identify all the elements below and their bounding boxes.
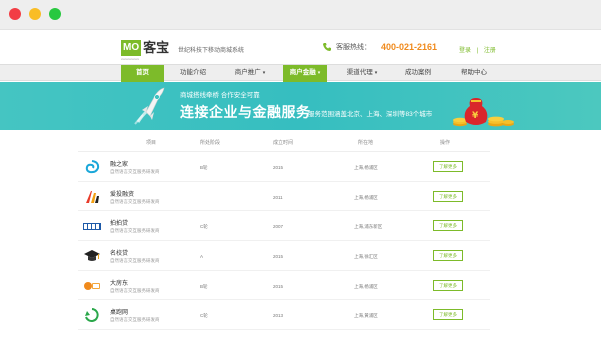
- company-location: 上海,杨浦区: [354, 194, 378, 200]
- money-bag-icon: ¥: [453, 98, 514, 127]
- company-stage: C轮: [200, 224, 208, 230]
- nav-item-features[interactable]: 功能介绍: [169, 65, 217, 82]
- nav-item-merchant-finance[interactable]: 商户金融 ▾: [283, 65, 327, 82]
- main-nav: 首页 功能介绍 商户推广 ▾ 商户金融 ▾ 渠道代理 ▾ 成功案例 帮助中心: [0, 64, 601, 82]
- banner-title: 连接企业与金融服务: [180, 104, 311, 120]
- finance-banner: 商城搭线牵桥 合作安全可靠 连接企业与金融服务 服务范围涵盖北京、上海、深圳等8…: [0, 82, 601, 130]
- company-location: 上海,杨浦区: [354, 283, 378, 289]
- company-founded: 2007: [273, 224, 284, 230]
- column-header-founded: 成立时间: [273, 140, 294, 146]
- chevron-down-icon: ▾: [374, 70, 378, 76]
- nav-item-label: 成功案例: [405, 69, 431, 76]
- phone-icon: [323, 43, 331, 51]
- nav-item-cases[interactable]: 成功案例: [394, 65, 442, 82]
- company-name: 名校贷: [110, 251, 129, 258]
- window-titlebar: [0, 0, 601, 30]
- company-logo-icon: [83, 223, 101, 231]
- nav-item-help[interactable]: 帮助中心: [450, 65, 498, 82]
- learn-more-button[interactable]: 了解更多: [433, 190, 463, 202]
- company-stage: A: [200, 254, 204, 260]
- logo-subtext: xxxxxxxxxxxx: [121, 57, 139, 61]
- hotline-label: 客服热线：: [336, 44, 371, 51]
- company-description: 自然语言交互服务研发商: [110, 198, 160, 204]
- company-logo-icon: [84, 281, 100, 290]
- learn-more-button[interactable]: 了解更多: [433, 309, 463, 321]
- close-window-button[interactable]: [9, 8, 21, 20]
- company-location: 上海,杨浦区: [354, 165, 378, 170]
- auth-separator: |: [476, 48, 479, 54]
- company-name: 拍拍贷: [110, 221, 129, 228]
- company-description: 自然语言交互服务研发商: [110, 228, 160, 234]
- table-row: 桌跑网 自然语言交互服务研发商 C轮 2013 上海,黄浦区 了解更多: [78, 300, 490, 331]
- logo-name: 客宝: [143, 40, 170, 55]
- company-name: 爱投融资: [110, 191, 135, 198]
- company-founded: 2015: [273, 254, 284, 260]
- company-description: 自然语言交互服务研发商: [110, 317, 160, 323]
- column-header-location: 所在地: [358, 140, 374, 146]
- company-stage: B轮: [200, 165, 208, 170]
- company-founded: 2013: [273, 313, 284, 319]
- company-logo-icon: [85, 308, 99, 323]
- minimize-window-button[interactable]: [29, 8, 41, 20]
- table-row: 融之家 自然语言交互服务研发商 B轮 2015 上海,杨浦区 了解更多: [78, 152, 490, 182]
- logo-mark: MO: [121, 40, 142, 56]
- maximize-window-button[interactable]: [49, 8, 61, 20]
- table-row: 大房东 自然语言交互服务研发商 B轮 2015 上海,杨浦区 了解更多: [78, 271, 490, 301]
- column-header-project: 项目: [146, 140, 157, 146]
- nav-item-label: 商户推广: [234, 69, 261, 76]
- learn-more-button[interactable]: 了解更多: [433, 279, 463, 291]
- learn-more-button[interactable]: 了解更多: [433, 161, 463, 172]
- svg-text:¥: ¥: [472, 111, 479, 121]
- nav-item-label: 帮助中心: [461, 69, 487, 76]
- company-description: 自然语言交互服务研发商: [110, 169, 160, 174]
- nav-item-label: 商户金融: [289, 69, 316, 76]
- company-name: 桌跑网: [110, 310, 129, 317]
- table-row: 拍拍贷 自然语言交互服务研发商 C轮 2007 上海,浦东新区 了解更多: [78, 211, 490, 242]
- graduation-cap-icon: [84, 250, 100, 262]
- hotline: 客服热线： 400-021-2161: [322, 42, 437, 52]
- chevron-down-icon: ▾: [262, 70, 266, 76]
- finance-projects-table: 项目 所处阶段 成立时间 所在地 操作 融之家 自然语言交互服务研发商 B轮 2…: [78, 134, 490, 331]
- nav-item-home[interactable]: 首页: [121, 65, 164, 82]
- table-row: 爱投融资 自然语言交互服务研发商 2011 上海,杨浦区 了解更多: [78, 182, 490, 212]
- nav-item-label: 功能介绍: [180, 69, 206, 76]
- nav-item-label: 渠道代理: [346, 69, 373, 76]
- company-logo-icon: [86, 190, 99, 203]
- company-logo-icon: [85, 160, 100, 174]
- site-logo[interactable]: MO 客宝: [121, 39, 169, 57]
- company-name: 融之家: [110, 162, 129, 168]
- company-description: 自然语言交互服务研发商: [110, 258, 160, 264]
- login-link[interactable]: 登录: [459, 48, 471, 54]
- auth-links: 登录 | 注册: [459, 45, 500, 54]
- learn-more-button[interactable]: 了解更多: [433, 220, 463, 232]
- banner-subtitle: 服务范围涵盖北京、上海、深圳等83个城市: [308, 111, 433, 118]
- column-header-stage: 所处阶段: [200, 140, 221, 146]
- nav-item-channel-agent[interactable]: 渠道代理 ▾: [336, 65, 388, 82]
- table-header: 项目 所处阶段 成立时间 所在地 操作: [78, 134, 490, 152]
- rocket-icon: [134, 87, 165, 125]
- company-founded: 2015: [273, 165, 284, 170]
- nav-item-label: 首页: [136, 69, 149, 76]
- site-header: MO 客宝 xxxxxxxxxxxx 世纪科技下移动商城系统 客服热线： 400…: [0, 30, 601, 64]
- company-stage: C轮: [200, 313, 208, 319]
- company-name: 大房东: [110, 280, 129, 287]
- company-founded: 2011: [273, 194, 283, 200]
- company-location: 上海,徐汇区: [354, 254, 378, 260]
- banner-tagline: 商城搭线牵桥 合作安全可靠: [180, 92, 260, 99]
- company-description: 自然语言交互服务研发商: [110, 287, 160, 293]
- learn-more-button[interactable]: 了解更多: [433, 250, 463, 262]
- chevron-down-icon: ▾: [317, 70, 321, 76]
- table-row: 名校贷 自然语言交互服务研发商 A 2015 上海,徐汇区 了解更多: [78, 241, 490, 271]
- company-stage: B轮: [200, 283, 208, 289]
- hotline-number: 400-021-2161: [381, 42, 438, 52]
- browser-window: MO 客宝 xxxxxxxxxxxx 世纪科技下移动商城系统 客服热线： 400…: [0, 0, 601, 346]
- register-link[interactable]: 注册: [484, 48, 496, 54]
- company-founded: 2015: [273, 283, 284, 289]
- column-header-action: 操作: [440, 140, 451, 146]
- nav-item-merchant-promo[interactable]: 商户推广 ▾: [224, 65, 276, 82]
- company-location: 上海,黄浦区: [354, 313, 378, 319]
- company-location: 上海,浦东新区: [354, 224, 383, 230]
- header-slogan: 世纪科技下移动商城系统: [178, 48, 245, 54]
